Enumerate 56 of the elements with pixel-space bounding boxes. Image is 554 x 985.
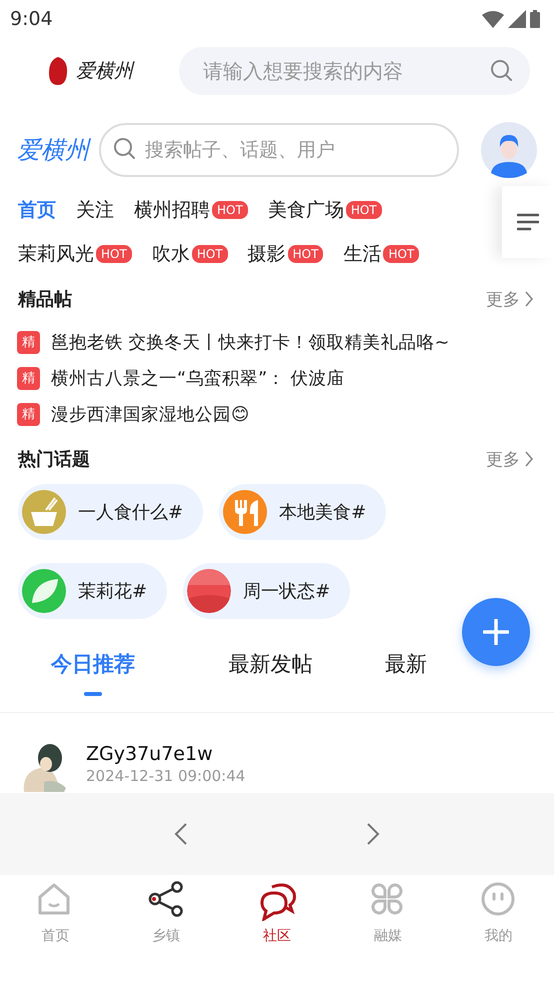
logo-text: 爱横州 <box>76 59 133 84</box>
post-title[interactable]: 漫步西津国家湿地公园😊 <box>51 402 250 426</box>
feed-tab[interactable]: 最新 <box>355 642 554 712</box>
feed-tab[interactable]: 最新发帖 <box>186 642 355 712</box>
wifi-icon <box>482 10 504 28</box>
chat-icon[interactable] <box>258 881 296 921</box>
hot-badge: HOT <box>346 201 382 219</box>
featured-tag: 精 <box>17 402 40 426</box>
category-tab[interactable]: 美食广场 HOT <box>268 194 382 226</box>
category-tab[interactable]: 吹水 HOT <box>152 238 228 270</box>
search-icon <box>113 137 137 161</box>
plus-icon <box>483 619 509 645</box>
section-title: 热门话题 <box>18 448 90 471</box>
search-field[interactable]: 请输入想要搜索的内容 <box>179 47 530 95</box>
more-link[interactable]: 更多 <box>486 288 534 310</box>
hot-badge: HOT <box>288 245 324 263</box>
signal-icon <box>508 10 526 28</box>
battery-icon <box>530 10 540 28</box>
add-post-button[interactable] <box>462 598 530 666</box>
topic-chip[interactable]: 一人食什么# <box>18 484 204 540</box>
forward-icon[interactable] <box>366 822 380 846</box>
hot-badge: HOT <box>96 245 132 263</box>
nav-label[interactable]: 社区 <box>262 927 291 945</box>
hot-badge: HOT <box>383 245 420 263</box>
category-tab[interactable]: 生活 HOT <box>343 238 420 270</box>
hot-badge: HOT <box>192 245 228 263</box>
category-tab[interactable]: 首页 <box>18 194 56 226</box>
post-title[interactable]: 邕抱老铁 交换冬天丨快来打卡！领取精美礼品咯~ <box>51 330 450 354</box>
post-time: 2024-12-31 09:00:44 <box>86 767 246 785</box>
community-title: 爱横州 <box>17 135 89 166</box>
chevron-icon <box>524 451 534 467</box>
search-icon[interactable] <box>490 59 514 83</box>
topic-chip[interactable]: 茉莉花# <box>18 563 168 619</box>
featured-tag: 精 <box>17 366 40 390</box>
username[interactable]: ZGy37u7e1w <box>86 743 246 765</box>
category-tab[interactable]: 茉莉风光 HOT <box>18 238 132 270</box>
bowl-icon <box>22 490 66 534</box>
chevron-icon <box>524 291 534 307</box>
section-title: 精品帖 <box>18 288 72 311</box>
avatar-icon[interactable] <box>481 122 537 178</box>
leaf-icon <box>22 569 66 613</box>
menu-icon[interactable] <box>517 213 539 231</box>
topic-chip[interactable]: 本地美食# <box>219 484 386 540</box>
featured-tag: 精 <box>17 330 40 354</box>
back-icon[interactable] <box>174 822 188 846</box>
feed-tab[interactable]: 今日推荐 <box>0 642 186 712</box>
category-tab[interactable]: 横州招聘 HOT <box>134 194 248 226</box>
search-field[interactable]: 搜索帖子、话题、用户 <box>99 123 459 177</box>
post-title[interactable]: 横州古八景之一“乌蛮积翠”： 伏波庙 <box>51 366 345 390</box>
category-tab[interactable]: 关注 <box>76 194 114 226</box>
more-link[interactable]: 更多 <box>486 448 534 470</box>
category-tab[interactable]: 摄影 HOT <box>248 238 324 270</box>
status-time: 9:04 <box>10 8 53 30</box>
hot-badge: HOT <box>212 201 248 219</box>
cutlery-icon <box>223 490 268 534</box>
topic-chip[interactable]: 周一状态# <box>183 563 350 619</box>
